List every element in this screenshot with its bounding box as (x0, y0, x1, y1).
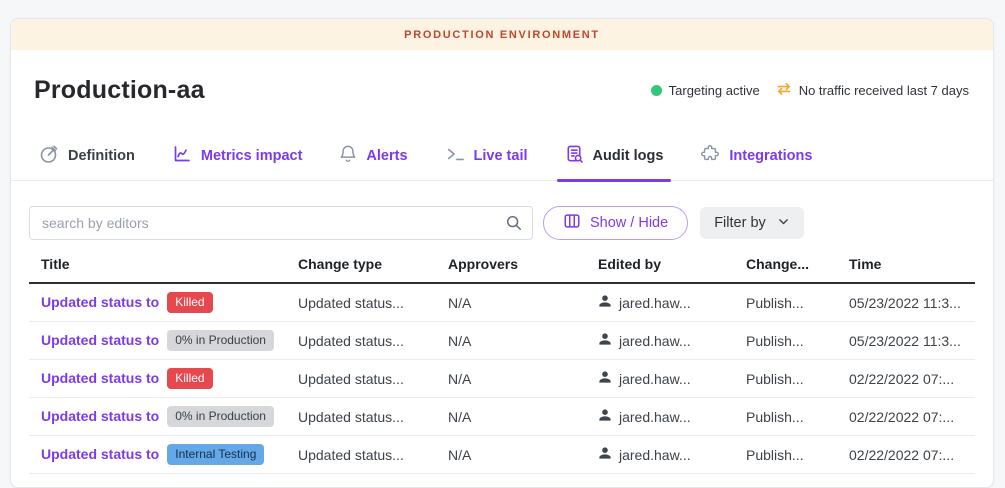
tab-integrations[interactable]: Integrations (700, 144, 812, 180)
table-toolbar: Show / Hide Filter by (11, 181, 993, 240)
editor-name: jared.haw... (619, 295, 691, 311)
change-type-cell: Updated status... (298, 409, 448, 425)
table-row[interactable]: Updated status to 0% in Production Updat… (29, 398, 975, 436)
table-row[interactable]: Updated status to Internal Testing Updat… (29, 436, 975, 474)
time-cell: 02/22/2022 07:... (849, 447, 975, 463)
change-cell: Publish... (746, 371, 849, 387)
tab-metrics-impact[interactable]: Metrics impact (172, 144, 303, 180)
tab-label: Integrations (729, 148, 812, 164)
row-title-link[interactable]: Updated status to (41, 408, 159, 424)
change-cell: Publish... (746, 447, 849, 463)
traffic-status-label: No traffic received last 7 days (799, 83, 969, 98)
search-field (29, 206, 533, 240)
status-badge: Killed (167, 292, 212, 312)
show-hide-button[interactable]: Show / Hide (543, 206, 688, 240)
time-cell: 05/23/2022 11:3... (849, 333, 975, 349)
bell-icon (339, 144, 357, 168)
edited-by-cell: jared.haw... (598, 446, 746, 463)
filter-by-label: Filter by (714, 215, 766, 231)
table-row[interactable]: Updated status to Killed Updated status.… (29, 284, 975, 322)
column-header-change: Change... (746, 256, 849, 272)
tab-label: Live tail (474, 148, 528, 164)
change-cell: Publish... (746, 333, 849, 349)
status-badge: Internal Testing (167, 444, 264, 464)
tab-label: Audit logs (593, 148, 664, 164)
person-icon (598, 408, 612, 425)
column-header-edited-by: Edited by (598, 256, 746, 272)
tab-bar: Definition Metrics impact Alerts (11, 144, 993, 181)
time-cell: 02/22/2022 07:... (849, 409, 975, 425)
time-cell: 05/23/2022 11:3... (849, 295, 975, 311)
columns-icon (563, 212, 581, 234)
production-environment-banner: PRODUCTION ENVIRONMENT (11, 19, 993, 50)
column-header-change-type: Change type (298, 256, 448, 272)
page-title: Production-aa (34, 76, 205, 105)
table-header-row: Title Change type Approvers Edited by Ch… (29, 252, 975, 284)
column-header-approvers: Approvers (448, 256, 598, 272)
approvers-cell: N/A (448, 333, 598, 349)
table-row[interactable]: Updated status to 0% in Production Updat… (29, 322, 975, 360)
banner-label: PRODUCTION ENVIRONMENT (404, 29, 600, 41)
edited-by-cell: jared.haw... (598, 370, 746, 387)
approvers-cell: N/A (448, 447, 598, 463)
page-header: Production-aa Targeting active No traffi… (11, 50, 993, 105)
change-type-cell: Updated status... (298, 295, 448, 311)
tab-definition[interactable]: Definition (39, 144, 135, 180)
column-header-time: Time (849, 256, 975, 272)
terminal-icon (445, 145, 465, 167)
change-type-cell: Updated status... (298, 447, 448, 463)
edited-by-cell: jared.haw... (598, 294, 746, 311)
row-title-link[interactable]: Updated status to (41, 370, 159, 386)
status-group: Targeting active No traffic received las… (651, 82, 969, 99)
editor-name: jared.haw... (619, 409, 691, 425)
change-cell: Publish... (746, 295, 849, 311)
document-search-icon (565, 144, 584, 168)
edited-by-cell: jared.haw... (598, 408, 746, 425)
approvers-cell: N/A (448, 409, 598, 425)
editor-name: jared.haw... (619, 447, 691, 463)
approvers-cell: N/A (448, 295, 598, 311)
tab-live-tail[interactable]: Live tail (445, 144, 528, 180)
editor-name: jared.haw... (619, 333, 691, 349)
search-icon (505, 214, 523, 237)
change-cell: Publish... (746, 409, 849, 425)
targeting-status: Targeting active (651, 83, 760, 98)
person-icon (598, 370, 612, 387)
search-input[interactable] (29, 206, 533, 240)
show-hide-label: Show / Hide (590, 215, 668, 231)
environment-card: PRODUCTION ENVIRONMENT Production-aa Tar… (10, 18, 994, 488)
tab-label: Metrics impact (201, 148, 303, 164)
status-badge: 0% in Production (167, 406, 274, 426)
puzzle-icon (700, 144, 720, 168)
change-type-cell: Updated status... (298, 371, 448, 387)
status-badge: 0% in Production (167, 330, 274, 350)
person-icon (598, 294, 612, 311)
row-title-link[interactable]: Updated status to (41, 294, 159, 310)
traffic-status: No traffic received last 7 days (776, 82, 969, 99)
chevron-down-icon (777, 215, 790, 232)
editor-name: jared.haw... (619, 371, 691, 387)
tab-label: Alerts (366, 148, 407, 164)
tab-label: Definition (68, 148, 135, 164)
approvers-cell: N/A (448, 371, 598, 387)
line-chart-icon (172, 144, 192, 168)
person-icon (598, 332, 612, 349)
column-header-title: Title (29, 256, 298, 272)
tab-audit-logs[interactable]: Audit logs (565, 144, 664, 180)
person-icon (598, 446, 612, 463)
status-badge: Killed (167, 368, 212, 388)
targeting-status-label: Targeting active (669, 83, 760, 98)
audit-log-table: Title Change type Approvers Edited by Ch… (29, 252, 975, 474)
table-row[interactable]: Updated status to Killed Updated status.… (29, 360, 975, 398)
green-dot-icon (651, 85, 662, 96)
filter-by-dropdown[interactable]: Filter by (700, 207, 804, 239)
change-type-cell: Updated status... (298, 333, 448, 349)
time-cell: 02/22/2022 07:... (849, 371, 975, 387)
edited-by-cell: jared.haw... (598, 332, 746, 349)
tab-alerts[interactable]: Alerts (339, 144, 407, 180)
swap-arrows-icon (776, 82, 792, 99)
row-title-link[interactable]: Updated status to (41, 332, 159, 348)
row-title-link[interactable]: Updated status to (41, 446, 159, 462)
definition-target-edit-icon (39, 144, 59, 168)
